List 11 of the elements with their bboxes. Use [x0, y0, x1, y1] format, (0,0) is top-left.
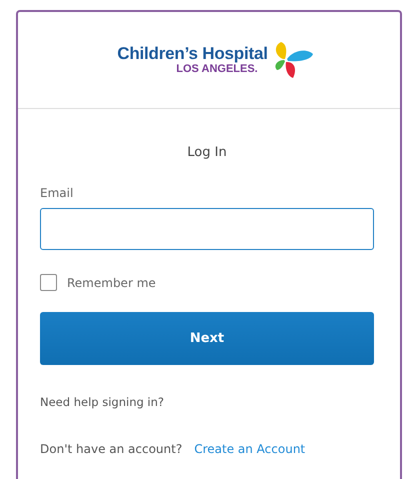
login-title: Log In: [187, 145, 227, 160]
email-field[interactable]: [40, 208, 374, 250]
logo-name: Children’s Hospital: [117, 45, 268, 63]
next-button[interactable]: Next: [40, 312, 374, 365]
create-account-link[interactable]: Create an Account: [194, 442, 306, 456]
help-link[interactable]: Need help signing in?: [40, 395, 164, 409]
remember-label: Remember me: [67, 276, 156, 290]
email-label: Email: [40, 186, 74, 200]
remember-checkbox[interactable]: [40, 274, 57, 291]
signup-prompt: Don't have an account?: [40, 442, 182, 456]
logo-subtitle: LOS ANGELES.: [176, 63, 258, 75]
